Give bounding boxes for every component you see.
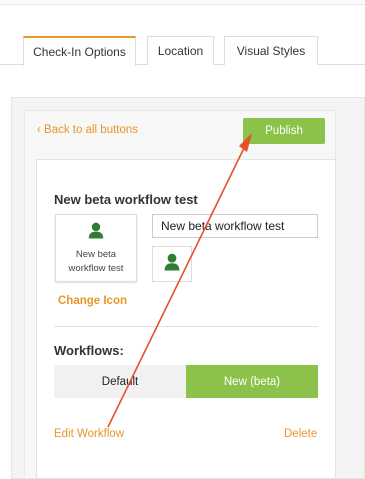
back-to-all-buttons-link[interactable]: ‹ Back to all buttons <box>37 124 138 136</box>
tab-label: Location <box>157 44 204 58</box>
preview-label: New beta workflow test <box>68 249 124 274</box>
change-icon-link[interactable]: Change Icon <box>58 295 127 307</box>
tab-label: Check-In Options <box>33 45 126 59</box>
workflow-option-label: New (beta) <box>223 375 281 388</box>
edit-workflow-link[interactable]: Edit Workflow <box>54 428 124 440</box>
chevron-left-icon: ‹ <box>37 124 41 136</box>
button-title: New beta workflow test <box>54 192 198 207</box>
icon-picker[interactable] <box>152 246 192 282</box>
person-icon <box>88 222 104 244</box>
person-icon <box>164 253 180 276</box>
workflow-option-label: Default <box>101 375 139 388</box>
tab-location[interactable]: Location <box>147 36 214 65</box>
tab-check-in-options[interactable]: Check-In Options <box>23 36 136 66</box>
back-link-label: Back to all buttons <box>44 124 139 136</box>
workflows-label: Workflows: <box>54 343 124 358</box>
delete-link[interactable]: Delete <box>284 428 317 440</box>
workflow-option-default[interactable]: Default <box>54 365 186 398</box>
button-preview: New beta workflow test <box>55 214 137 282</box>
workflow-option-new-beta[interactable]: New (beta) <box>186 365 318 398</box>
tab-visual-styles[interactable]: Visual Styles <box>224 36 318 65</box>
top-bar <box>0 0 365 5</box>
divider <box>54 326 318 327</box>
publish-button[interactable]: Publish <box>243 118 325 144</box>
button-name-input[interactable] <box>152 214 318 238</box>
tab-label: Visual Styles <box>236 44 306 58</box>
